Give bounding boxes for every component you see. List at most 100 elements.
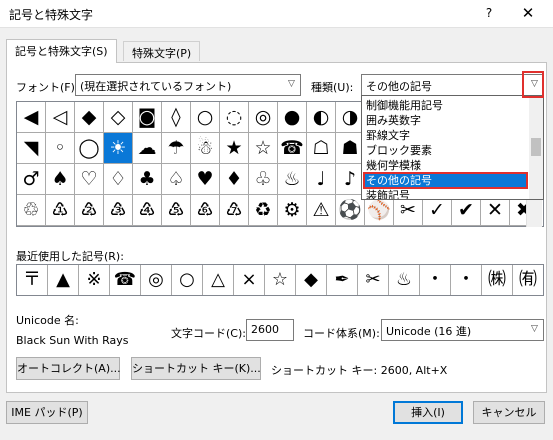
unicode-name-label: Unicode 名: <box>16 314 79 327</box>
dropdown-item[interactable]: ブロック要素 <box>364 143 527 158</box>
symbol-cell[interactable]: ⚠ <box>307 195 336 226</box>
subset-label: 種類(U): <box>311 81 354 94</box>
symbol-cell[interactable]: ♨ <box>278 164 307 195</box>
symbol-cell[interactable]: ♴ <box>75 195 104 226</box>
symbol-cell[interactable]: ♳ <box>46 195 75 226</box>
ime-pad-button[interactable]: IME パッド(P) <box>6 401 88 424</box>
symbol-cell[interactable]: ● <box>278 102 307 133</box>
recent-symbol-cell[interactable]: × <box>234 265 265 295</box>
tab-special-characters[interactable]: 特殊文字(P) <box>123 41 201 61</box>
shortcut-key-button[interactable]: ショートカット キー(K)... <box>131 357 261 380</box>
symbol-cell[interactable]: ◥ <box>17 133 46 164</box>
symbol-cell[interactable]: ◇ <box>104 102 133 133</box>
symbol-cell[interactable]: ◯ <box>75 133 104 164</box>
symbol-cell[interactable]: ♲ <box>17 195 46 226</box>
highlight-box <box>522 71 544 98</box>
symbol-cell[interactable]: ☂ <box>162 133 191 164</box>
symbol-cell[interactable]: ☆ <box>249 133 278 164</box>
insert-button[interactable]: 挿入(I) <box>393 401 463 424</box>
symbol-cell[interactable]: ◎ <box>249 102 278 133</box>
recent-label: 最近使用した記号(R): <box>16 250 124 263</box>
symbol-cell[interactable]: ◦ <box>46 133 75 164</box>
recent-symbols-grid[interactable]: 〒 ▲ ※ ☎ ◎ ○ △ × ☆ ◆ ✒ ✂ ♨ ・・㈱㈲ <box>16 264 544 296</box>
recent-symbol-cell[interactable]: ☆ <box>265 265 296 295</box>
symbol-cell[interactable]: ◀ <box>17 102 46 133</box>
subset-dropdown-list[interactable]: 制御機能用記号 囲み英数字 罫線文字 ブロック要素 幾何学模様 その他の記号 装… <box>361 95 544 200</box>
symbol-cell[interactable]: ♡ <box>75 164 104 195</box>
recent-symbol-cell[interactable]: ♨ <box>389 265 420 295</box>
symbol-cell[interactable]: ♻ <box>249 195 278 226</box>
symbol-cell[interactable]: ◁ <box>46 102 75 133</box>
symbol-cell[interactable]: ♩ <box>307 164 336 195</box>
font-select[interactable]: (現在選択されているフォント) ▽ <box>75 74 301 96</box>
chevron-down-icon[interactable]: ▽ <box>282 75 300 95</box>
tab-symbols[interactable]: 記号と特殊文字(S) <box>6 39 117 63</box>
chevron-down-icon[interactable]: ▽ <box>525 320 543 340</box>
recent-symbol-cell[interactable]: ✂ <box>358 265 389 295</box>
recent-symbol-cell[interactable]: ・ <box>420 265 451 295</box>
symbol-cell[interactable]: ♧ <box>249 164 278 195</box>
help-button[interactable]: ? <box>475 2 503 24</box>
symbol-cell[interactable]: ◐ <box>307 102 336 133</box>
symbol-cell[interactable]: ○ <box>191 102 220 133</box>
symbol-cell[interactable]: ☃ <box>191 133 220 164</box>
recent-symbol-cell[interactable]: ◆ <box>296 265 327 295</box>
recent-symbol-cell[interactable]: ▲ <box>48 265 79 295</box>
recent-symbol-cell[interactable]: ☎ <box>110 265 141 295</box>
symbol-cell[interactable]: ♤ <box>162 164 191 195</box>
symbol-cell[interactable]: ♶ <box>133 195 162 226</box>
unicode-name-value: Black Sun With Rays <box>16 334 129 347</box>
symbol-cell[interactable]: ♵ <box>104 195 133 226</box>
symbol-cell[interactable]: ♹ <box>220 195 249 226</box>
symbol-cell[interactable]: ◙ <box>133 102 162 133</box>
recent-symbol-cell[interactable]: ※ <box>79 265 110 295</box>
font-label: フォント(F): <box>16 81 79 94</box>
recent-symbol-cell[interactable]: ✒ <box>327 265 358 295</box>
symbol-cell[interactable]: ♥ <box>191 164 220 195</box>
char-code-input[interactable]: 2600 <box>246 319 294 341</box>
symbol-cell[interactable]: ♦ <box>220 164 249 195</box>
window-title: 記号と特殊文字 <box>9 8 94 22</box>
recent-symbol-cell[interactable]: △ <box>203 265 234 295</box>
dropdown-scrollbar[interactable] <box>529 96 543 199</box>
symbol-cell[interactable]: ☎ <box>278 133 307 164</box>
symbol-cell[interactable]: ★ <box>220 133 249 164</box>
symbol-cell[interactable]: ☀ <box>104 133 133 164</box>
symbol-cell[interactable]: ◆ <box>75 102 104 133</box>
subset-select[interactable]: その他の記号 ▽ <box>361 74 544 96</box>
symbol-cell[interactable]: ◊ <box>162 102 191 133</box>
dropdown-scroll-thumb[interactable] <box>531 138 541 156</box>
symbol-cell[interactable]: ♣ <box>133 164 162 195</box>
dropdown-item[interactable]: 装飾記号 <box>364 188 527 199</box>
code-system-value: Unicode (16 進) <box>386 325 472 338</box>
code-system-select[interactable]: Unicode (16 進) ▽ <box>381 319 544 341</box>
symbol-cell[interactable]: ☁ <box>133 133 162 164</box>
dropdown-item[interactable]: 罫線文字 <box>364 128 527 143</box>
title-bar: 記号と特殊文字 ? ✕ <box>0 0 553 28</box>
dropdown-item[interactable]: 囲み英数字 <box>364 113 527 128</box>
recent-symbol-cell[interactable]: ○ <box>172 265 203 295</box>
symbol-cell[interactable]: ♷ <box>162 195 191 226</box>
cancel-button[interactable]: キャンセル <box>473 401 545 424</box>
recent-symbol-cell[interactable]: ㈲ <box>513 265 543 295</box>
symbol-cell[interactable]: ♢ <box>104 164 133 195</box>
symbol-cell[interactable]: ☖ <box>307 133 336 164</box>
subset-value: その他の記号 <box>366 80 432 93</box>
recent-symbol-cell[interactable]: ・ <box>451 265 482 295</box>
code-system-label: コード体系(M): <box>303 327 380 340</box>
char-code-label: 文字コード(C): <box>171 327 246 340</box>
symbol-cell[interactable]: ⚙ <box>278 195 307 226</box>
autocorrect-button[interactable]: オートコレクト(A)... <box>16 357 121 380</box>
symbol-cell[interactable]: ◌ <box>220 102 249 133</box>
recent-symbol-cell[interactable]: ◎ <box>141 265 172 295</box>
dropdown-item[interactable]: 幾何学模様 <box>364 158 527 173</box>
dropdown-item[interactable]: 制御機能用記号 <box>364 98 527 113</box>
recent-symbol-cell[interactable]: 〒 <box>17 265 48 295</box>
close-button[interactable]: ✕ <box>513 2 543 24</box>
symbol-cell[interactable]: ♸ <box>191 195 220 226</box>
dropdown-item-selected[interactable]: その他の記号 <box>363 172 528 189</box>
shortcut-text: ショートカット キー: 2600, Alt+X <box>271 364 448 377</box>
recent-symbol-cell[interactable]: ㈱ <box>482 265 513 295</box>
symbol-cell[interactable]: ♂ <box>17 164 46 195</box>
symbol-cell[interactable]: ♠ <box>46 164 75 195</box>
